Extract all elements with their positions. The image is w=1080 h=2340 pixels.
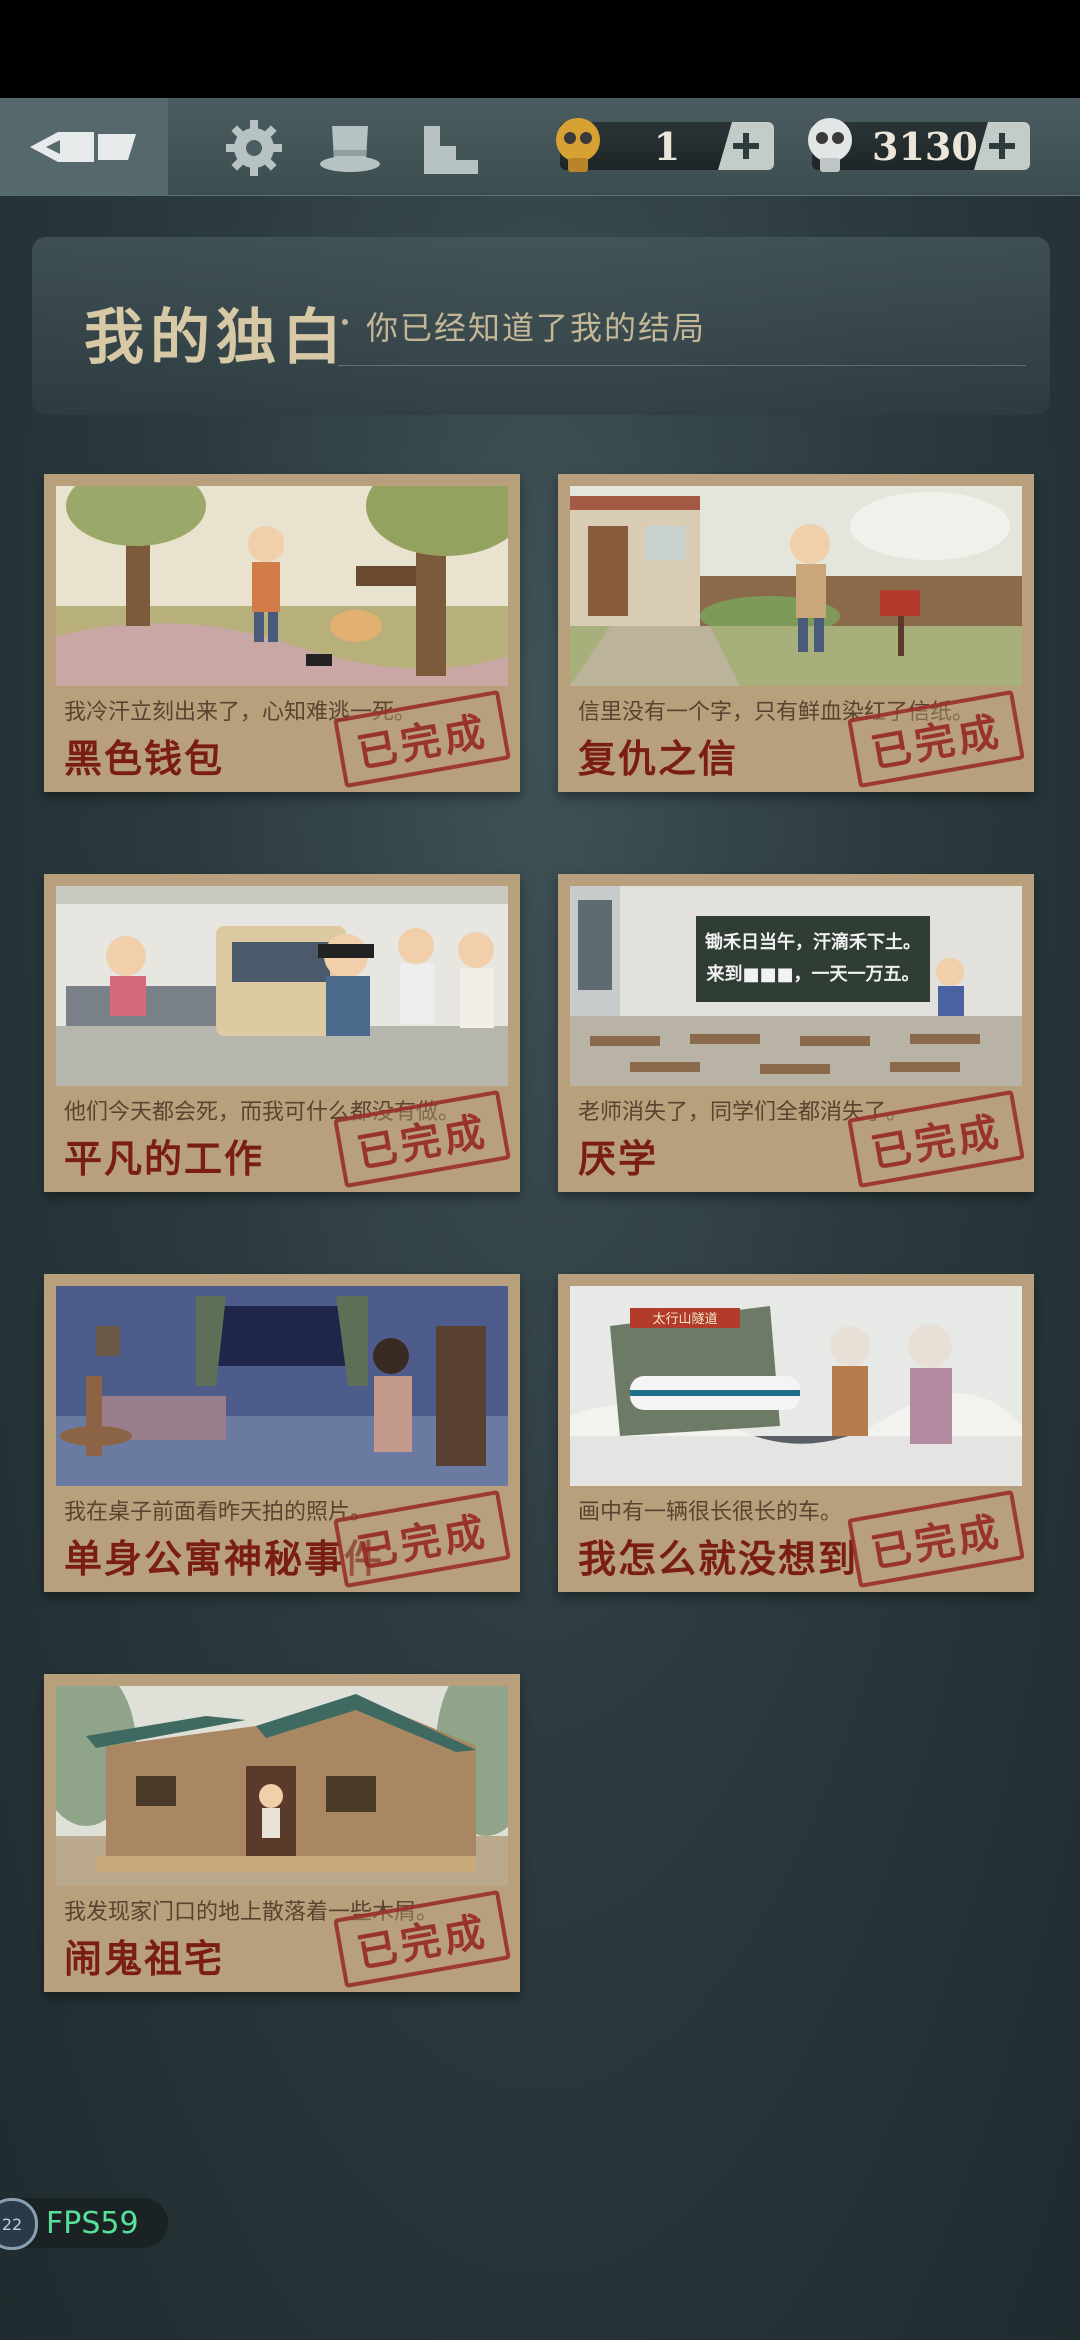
- story-card-revenge-letter[interactable]: 信里没有一个字，只有鲜血染红了信纸。 复仇之信 已完成: [558, 474, 1034, 792]
- page-subtitle: 你已经知道了我的结局: [366, 309, 707, 347]
- card-illustration: [56, 1686, 508, 1886]
- card-illustration: 太行山隧道: [570, 1286, 1022, 1486]
- top-hat-icon[interactable]: [318, 116, 382, 180]
- page-title: 我的独白: [84, 303, 348, 373]
- story-card-ordinary-job[interactable]: 他们今天都会死，而我可什么都没有做。 平凡的工作 已完成: [44, 874, 520, 1192]
- station-sign-text: 太行山隧道: [652, 1311, 717, 1327]
- card-title: 平凡的工作: [64, 1136, 265, 1181]
- story-card-never-thought[interactable]: 太行山隧道 画中有一辆很长很长的车。 我怎么就没想到 已完成: [558, 1274, 1034, 1592]
- lightbulb-coin-icon: [808, 118, 852, 172]
- card-title: 闹鬼祖宅: [64, 1936, 225, 1981]
- fps-badge[interactable]: 22: [0, 2198, 38, 2250]
- blackboard-line-1: 锄禾日当午，汗滴禾下土。: [705, 931, 921, 953]
- hint-count: 1: [653, 123, 681, 169]
- top-bar: 1 3130: [0, 98, 1080, 196]
- fps-overlay: 22 FPS59: [0, 2198, 168, 2250]
- story-card-black-wallet[interactable]: 我冷汗立刻出来了，心知难逃一死。 黑色钱包 已完成: [44, 474, 520, 792]
- card-illustration: [56, 486, 508, 686]
- plus-icon: [989, 133, 1015, 159]
- fps-label: FPS59: [46, 2206, 139, 2241]
- pen-nib-back-icon: [30, 131, 136, 162]
- back-button[interactable]: [0, 98, 168, 195]
- card-title: 我怎么就没想到: [578, 1536, 859, 1581]
- card-title: 复仇之信: [578, 736, 739, 781]
- hint-counter: 1: [556, 118, 774, 172]
- header-divider: [338, 365, 1026, 366]
- card-illustration: [56, 1286, 508, 1486]
- card-illustration: [570, 486, 1022, 686]
- header-panel: 我的独白 你已经知道了我的结局: [32, 237, 1050, 415]
- card-illustration: 锄禾日当午，汗滴禾下土。 来到■■■，一天一万五。: [570, 886, 1022, 1086]
- blackboard-line-2: 来到■■■，一天一万五。: [705, 964, 919, 985]
- plus-icon: [733, 133, 759, 159]
- story-card-apartment-mystery[interactable]: 我在桌子前面看昨天拍的照片。 单身公寓神秘事件 已完成: [44, 1274, 520, 1592]
- coin-count: 3130: [872, 123, 978, 169]
- story-card-school-aversion[interactable]: 锄禾日当午，汗滴禾下土。 来到■■■，一天一万五。 老师消失了，同学们全都消失了…: [558, 874, 1034, 1192]
- card-illustration: [56, 886, 508, 1086]
- gear-icon[interactable]: [222, 116, 286, 180]
- add-coins-button[interactable]: [974, 122, 1030, 170]
- lightbulb-icon: [556, 118, 600, 172]
- stairs-icon[interactable]: [420, 116, 484, 180]
- card-title: 黑色钱包: [64, 736, 225, 781]
- add-hint-button[interactable]: [718, 122, 774, 170]
- coin-counter: 3130: [808, 118, 1030, 172]
- status-bar: [0, 0, 1080, 98]
- subtitle-bullet: [342, 319, 348, 325]
- card-title: 厌学: [578, 1136, 659, 1181]
- story-card-haunted-house[interactable]: 我发现家门口的地上散落着一些木屑。 闹鬼祖宅 已完成: [44, 1674, 520, 1992]
